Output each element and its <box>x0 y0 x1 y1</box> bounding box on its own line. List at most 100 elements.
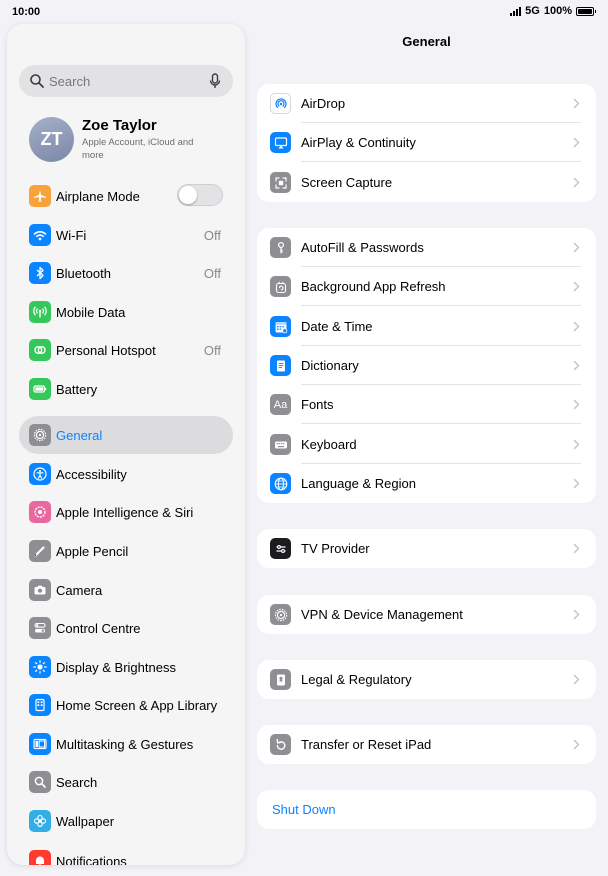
gear-icon <box>270 604 291 625</box>
legal-icon <box>270 669 291 690</box>
chevron-right-icon <box>573 321 580 332</box>
screen-capture-icon <box>270 172 291 193</box>
chevron-right-icon <box>573 399 580 410</box>
multitasking-icon <box>29 733 51 755</box>
settings-row-date-and-time[interactable]: Date & Time <box>257 307 596 346</box>
status-bar: 10:00 5G 100% <box>0 0 608 24</box>
settings-row-label: Legal & Regulatory <box>301 672 412 687</box>
chevron-right-icon <box>573 478 580 489</box>
sidebar-item-multitasking-and-gestures[interactable]: Multitasking & Gestures <box>19 725 233 763</box>
gear-icon <box>29 424 51 446</box>
settings-row-vpn-and-device-management[interactable]: VPN & Device Management <box>257 595 596 634</box>
chevron-right-icon <box>573 543 580 554</box>
sidebar-item-label: Control Centre <box>56 621 141 636</box>
sidebar-item-display-and-brightness[interactable]: Display & Brightness <box>19 648 233 686</box>
search-field[interactable]: Search <box>19 65 233 97</box>
sidebar-item-label: Bluetooth <box>56 266 111 281</box>
sidebar-item-battery[interactable]: Battery <box>19 370 233 408</box>
settings-row-airplay-and-continuity[interactable]: AirPlay & Continuity <box>257 123 596 162</box>
settings-row-label: Screen Capture <box>301 175 393 190</box>
calendar-icon <box>270 316 291 337</box>
sidebar-item-value: Off <box>203 343 221 358</box>
settings-row-legal-and-regulatory[interactable]: Legal & Regulatory <box>257 660 596 699</box>
chevron-right-icon <box>573 242 580 253</box>
search-icon <box>30 74 44 88</box>
home-screen-icon <box>29 694 51 716</box>
settings-row-label: Language & Region <box>301 476 416 491</box>
settings-row-screen-capture[interactable]: Screen Capture <box>257 163 596 202</box>
sidebar-item-label: Home Screen & App Library <box>56 698 218 713</box>
settings-row-label: AirPlay & Continuity <box>301 135 416 150</box>
settings-row-fonts[interactable]: Aa Fonts <box>257 385 596 424</box>
sidebar-item-label: General <box>56 428 103 443</box>
profile-subtitle: Apple Account, iCloud and more <box>82 137 194 161</box>
bell-icon <box>29 850 51 865</box>
profile-name: Zoe Taylor <box>82 117 157 134</box>
antenna-icon <box>29 301 51 323</box>
settings-row-label: Keyboard <box>301 437 357 452</box>
sidebar-item-home-screen-and-app-library[interactable]: Home Screen & App Library <box>19 686 233 724</box>
sidebar-item-personal-hotspot[interactable]: Personal Hotspot Off <box>19 331 233 369</box>
settings-row-autofill-and-passwords[interactable]: AutoFill & Passwords <box>257 228 596 267</box>
book-icon <box>270 355 291 376</box>
wifi-icon <box>29 224 51 246</box>
sidebar-item-wallpaper[interactable]: Wallpaper <box>19 802 233 840</box>
settings-group: Transfer or Reset iPad <box>257 725 596 764</box>
sidebar-item-wi-fi[interactable]: Wi-Fi Off <box>19 216 233 254</box>
sidebar-item-general[interactable]: General <box>19 416 233 454</box>
sidebar-item-apple-intelligence-and-siri[interactable]: Apple Intelligence & Siri <box>19 493 233 531</box>
microphone-icon[interactable] <box>209 73 221 89</box>
airdrop-icon <box>270 93 291 114</box>
airplane-mode-toggle[interactable] <box>177 184 223 206</box>
row-divider <box>301 423 581 424</box>
network-type: 5G <box>525 5 540 17</box>
search-icon <box>29 771 51 793</box>
battery-status-icon <box>576 6 596 16</box>
apple-account-profile[interactable]: ZT Zoe Taylor Apple Account, iCloud and … <box>19 112 233 168</box>
sidebar-item-label: Search <box>56 775 98 790</box>
sun-icon <box>29 656 51 678</box>
shut-down-button[interactable]: Shut Down <box>257 790 596 829</box>
chevron-right-icon <box>573 439 580 450</box>
control-centre-icon <box>29 617 51 639</box>
sidebar-item-label: Personal Hotspot <box>56 343 156 358</box>
settings-group: VPN & Device Management <box>257 595 596 634</box>
chevron-right-icon <box>573 137 580 148</box>
sidebar-item-label: Airplane Mode <box>56 189 140 204</box>
sidebar-item-apple-pencil[interactable]: Apple Pencil <box>19 532 233 570</box>
sidebar-item-label: Accessibility <box>56 467 127 482</box>
settings-row-label: Dictionary <box>301 358 359 373</box>
settings-row-background-app-refresh[interactable]: Background App Refresh <box>257 267 596 306</box>
settings-row-transfer-or-reset-ipad[interactable]: Transfer or Reset iPad <box>257 725 596 764</box>
sidebar-item-label: Multitasking & Gestures <box>56 737 194 752</box>
settings-row-airdrop[interactable]: AirDrop <box>257 84 596 123</box>
chevron-right-icon <box>573 177 580 188</box>
settings-row-dictionary[interactable]: Dictionary <box>257 346 596 385</box>
page-title: General <box>402 34 451 49</box>
settings-row-keyboard[interactable]: Keyboard <box>257 425 596 464</box>
airplay-icon <box>270 132 291 153</box>
sidebar-item-search[interactable]: Search <box>19 763 233 801</box>
sidebar-item-accessibility[interactable]: Accessibility <box>19 455 233 493</box>
settings-row-label: Date & Time <box>301 319 373 334</box>
sidebar-item-camera[interactable]: Camera <box>19 571 233 609</box>
settings-row-language-and-region[interactable]: Language & Region <box>257 464 596 503</box>
settings-group: Legal & Regulatory <box>257 660 596 699</box>
settings-row-label: Background App Refresh <box>301 279 446 294</box>
sidebar-item-bluetooth[interactable]: Bluetooth Off <box>19 254 233 292</box>
sidebar-item-label: Apple Pencil <box>56 544 129 559</box>
reset-icon <box>270 734 291 755</box>
chevron-right-icon <box>573 674 580 685</box>
settings-row-tv-provider[interactable]: TV Provider <box>257 529 596 568</box>
sidebar-item-mobile-data[interactable]: Mobile Data <box>19 293 233 331</box>
pencil-icon <box>29 540 51 562</box>
settings-row-label: Fonts <box>301 397 334 412</box>
sidebar-item-label: Display & Brightness <box>56 660 176 675</box>
hotspot-icon <box>29 339 51 361</box>
sidebar-item-airplane-mode[interactable]: Airplane Mode <box>19 177 233 215</box>
sidebar-item-control-centre[interactable]: Control Centre <box>19 609 233 647</box>
row-divider <box>301 305 581 306</box>
siri-icon <box>29 501 51 523</box>
sidebar-item-notifications[interactable]: Notifications <box>19 842 233 865</box>
keyboard-icon <box>270 434 291 455</box>
